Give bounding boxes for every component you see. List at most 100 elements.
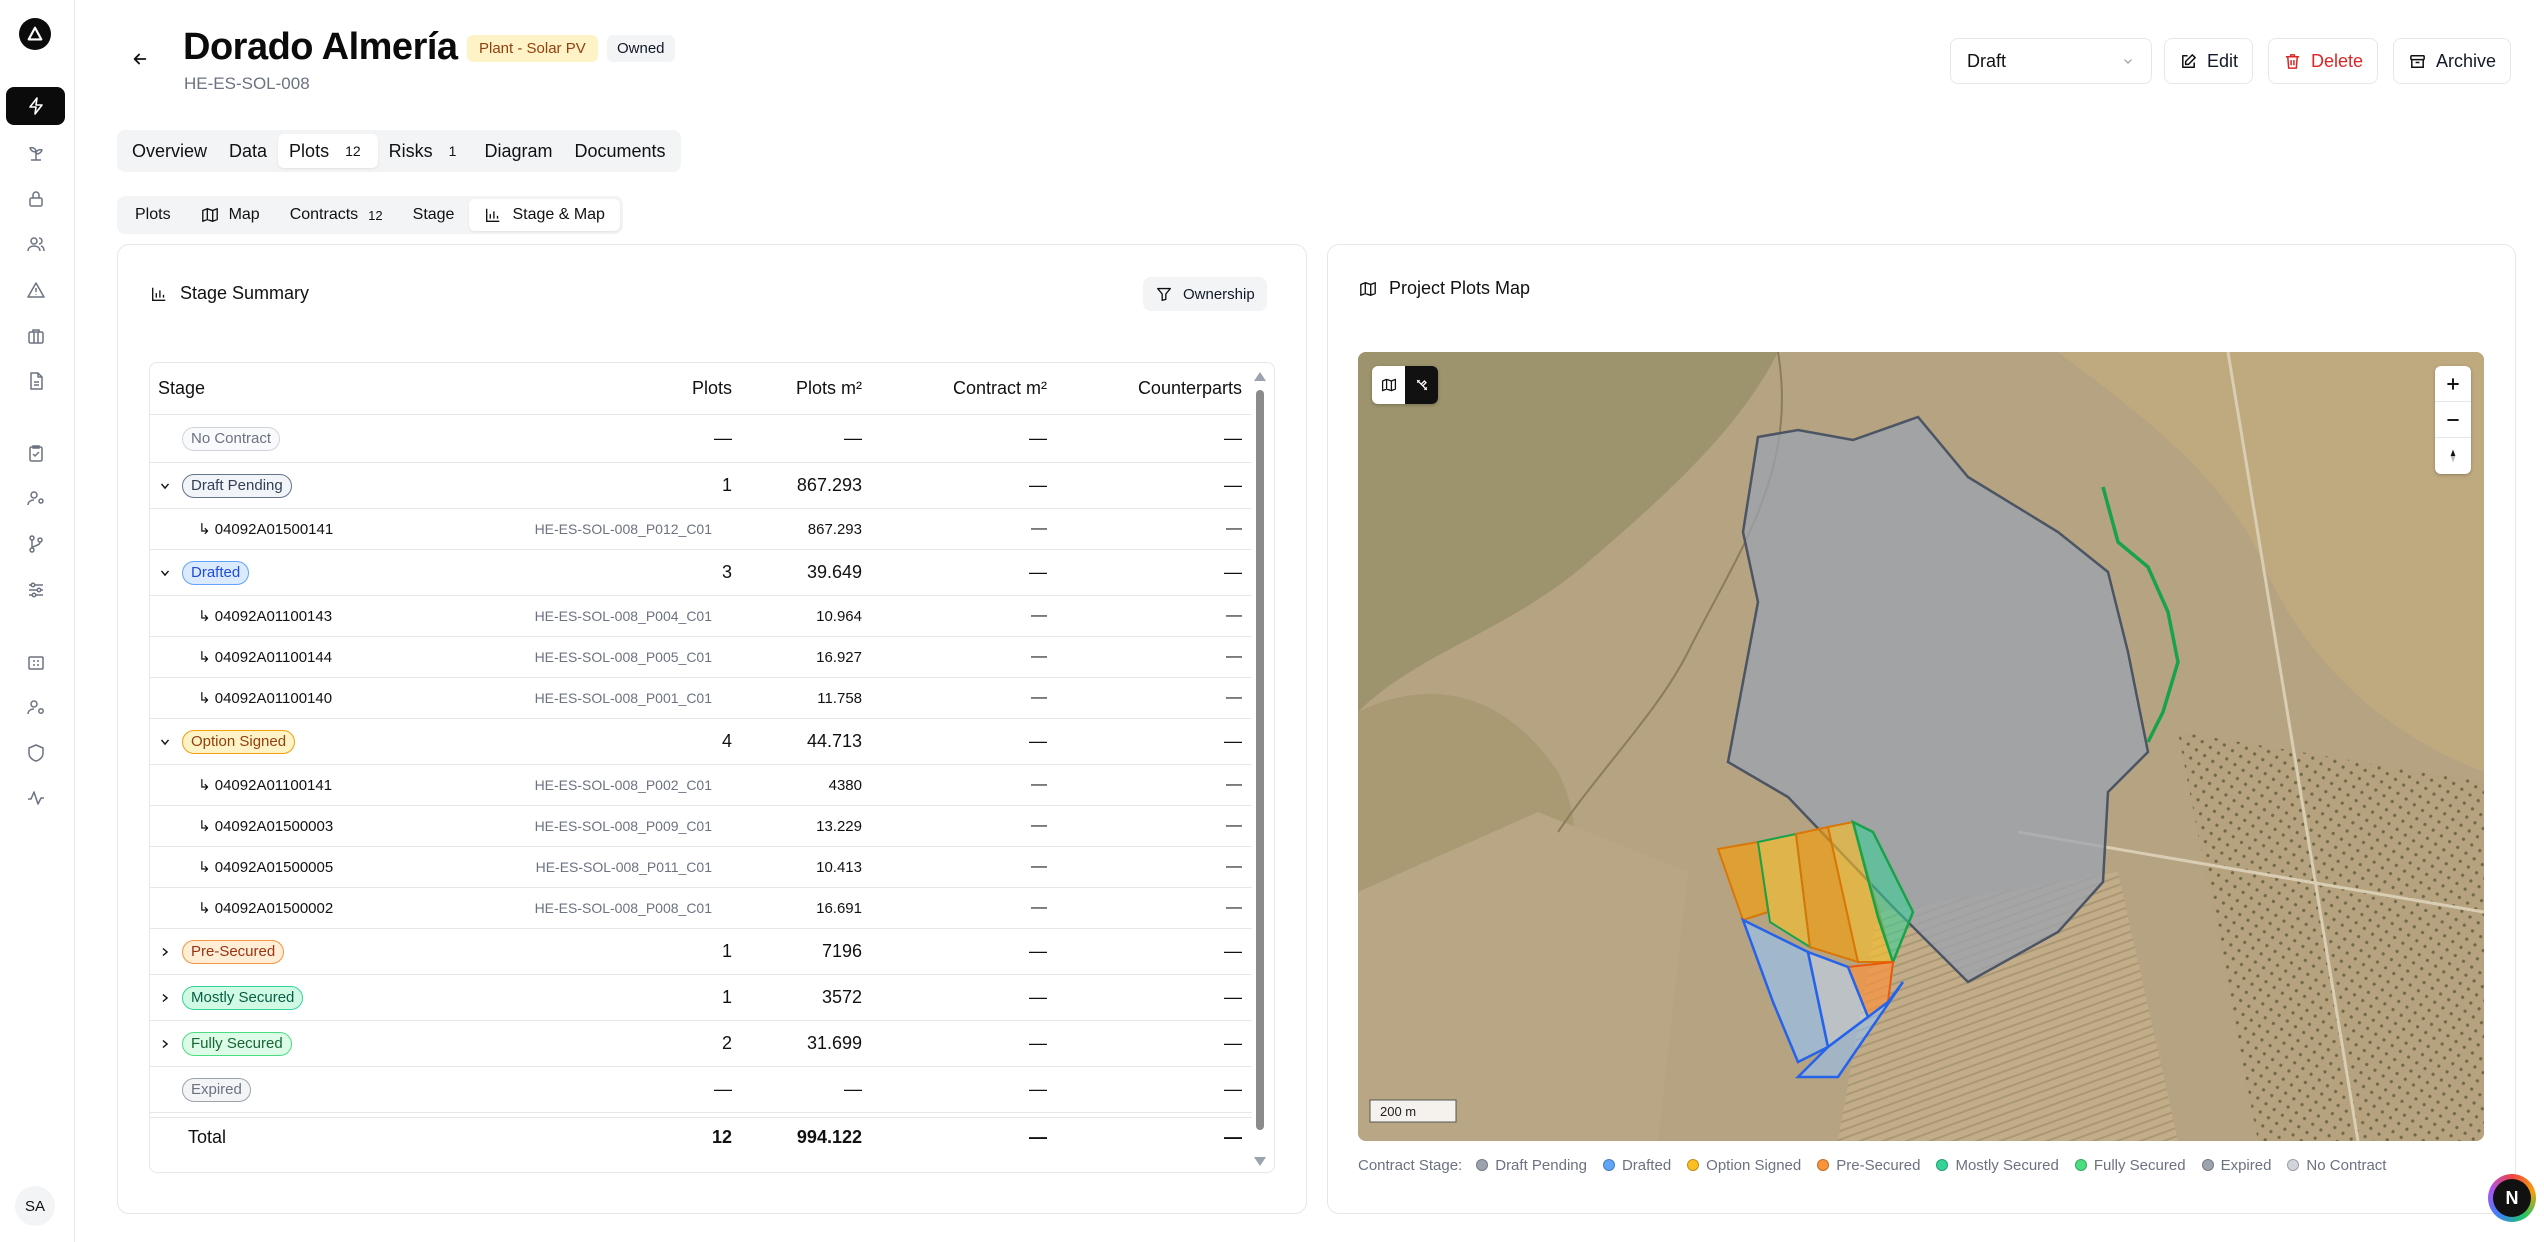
expand-toggle[interactable]: [158, 735, 182, 749]
plot-row[interactable]: ↳ 04092A01100144 HE-ES-SOL-008_P005_C01 16…: [150, 637, 1252, 678]
stage-group-row[interactable]: Drafted 3 39.649 — —: [150, 550, 1252, 596]
tab-data[interactable]: Data: [218, 134, 278, 168]
expand-toggle[interactable]: [158, 479, 182, 493]
column-header-plots[interactable]: Plots: [692, 363, 732, 414]
sidebar-item-security[interactable]: [6, 180, 65, 218]
map-title: Project Plots Map: [1389, 278, 1531, 298]
stage-badge: Draft Pending: [182, 473, 292, 498]
ownership-filter-label: Ownership: [1183, 285, 1255, 303]
map-icon: [201, 208, 218, 222]
sidebar-item-workflows[interactable]: [6, 525, 65, 563]
reset-north-button[interactable]: [2435, 438, 2471, 474]
tab-plots[interactable]: Plots 12: [278, 134, 378, 168]
contract-code-cell: HE-ES-SOL-008_P011_C01: [535, 859, 712, 875]
subtab-map[interactable]: Map: [186, 199, 275, 231]
sidebar-item-plants[interactable]: [6, 134, 65, 172]
delete-button[interactable]: Delete: [2268, 38, 2379, 84]
expand-toggle[interactable]: [158, 945, 182, 959]
contract-code-cell: HE-ES-SOL-008_P004_C01: [534, 608, 712, 624]
subtab-stage-map[interactable]: Stage & Map: [469, 199, 620, 231]
zoom-out-button[interactable]: [2435, 402, 2471, 438]
subtab-plots[interactable]: Plots: [120, 199, 186, 231]
sidebar-item-dashboard[interactable]: [6, 87, 65, 125]
subtab-label: Plots: [135, 206, 171, 223]
counterparts-cell: —: [1224, 562, 1242, 582]
subtab-contracts[interactable]: Contracts 12: [275, 199, 398, 231]
back-button[interactable]: [125, 44, 155, 74]
map-icon: [1381, 378, 1396, 392]
plot-row[interactable]: ↳ 04092A01500002 HE-ES-SOL-008_P008_C01 16…: [150, 888, 1252, 929]
sidebar-item-settings[interactable]: [6, 571, 65, 609]
table-scrollbar[interactable]: [1253, 372, 1267, 1166]
tab-documents[interactable]: Documents: [563, 134, 676, 168]
scroll-up-icon[interactable]: [1254, 372, 1266, 381]
sidebar-item-users[interactable]: [6, 225, 65, 263]
satellite-map[interactable]: 200 m: [1358, 352, 2484, 1141]
tab-diagram[interactable]: Diagram: [473, 134, 563, 168]
tab-risks[interactable]: Risks 1: [378, 134, 474, 168]
scroll-thumb[interactable]: [1256, 390, 1264, 1130]
counterparts-cell: —: [1224, 428, 1242, 448]
stage-group-row[interactable]: No Contract — — — —: [150, 415, 1252, 463]
scroll-down-icon[interactable]: [1254, 1157, 1266, 1166]
plot-row[interactable]: ↳ 04092A01500141 HE-ES-SOL-008_P012_C01 86…: [150, 509, 1252, 550]
archive-button[interactable]: Archive: [2393, 38, 2512, 84]
activity-icon: [27, 791, 44, 805]
sidebar-item-documents[interactable]: [6, 362, 65, 400]
stage-group-row[interactable]: Option Signed 4 44.713 — —: [150, 719, 1252, 765]
plot-row[interactable]: ↳ 04092A01100141 HE-ES-SOL-008_P002_C01 43…: [150, 765, 1252, 806]
zoom-in-button[interactable]: [2435, 366, 2471, 402]
expand-toggle[interactable]: [158, 566, 182, 580]
stage-group-row[interactable]: Mostly Secured 1 3572 — —: [150, 975, 1252, 1021]
tab-overview[interactable]: Overview: [121, 134, 218, 168]
sidebar-item-compliance[interactable]: [6, 734, 65, 772]
archive-icon: [2410, 54, 2425, 68]
stage-group-row[interactable]: Expired — — — —: [150, 1067, 1252, 1113]
avatar[interactable]: SA: [15, 1186, 55, 1226]
ownership-filter-button[interactable]: Ownership: [1143, 277, 1267, 311]
contract-m2-cell: —: [1029, 731, 1047, 751]
plots-count-cell: 2: [721, 1033, 732, 1053]
plot-row[interactable]: ↳ 04092A01500003 HE-ES-SOL-008_P009_C01 13…: [150, 806, 1252, 847]
column-header-counterparts[interactable]: Counterparts: [1138, 363, 1242, 414]
sidebar-item-team[interactable]: [6, 688, 65, 726]
expand-toggle[interactable]: [158, 991, 182, 1005]
legend-item: No Contract: [2287, 1157, 2386, 1174]
satellite-view-button[interactable]: [1405, 366, 1438, 404]
column-header-stage[interactable]: Stage: [158, 363, 205, 414]
sidebar-item-portfolio[interactable]: [6, 317, 65, 355]
map-icon: [1360, 281, 1376, 296]
sidebar-item-tasks[interactable]: [6, 434, 65, 472]
plots-m2-cell: 10.413: [816, 858, 862, 876]
zoom-controls: [2435, 366, 2471, 474]
expand-toggle[interactable]: [158, 1037, 182, 1051]
stage-cell: ↳ 04092A01100144: [158, 637, 332, 677]
edit-button[interactable]: Edit: [2164, 38, 2254, 84]
sidebar-item-risks[interactable]: [6, 271, 65, 309]
stage-cell: ↳ 04092A01500141: [158, 509, 333, 549]
sidebar-item-activity[interactable]: [6, 779, 65, 817]
subtab-stage[interactable]: Stage: [398, 199, 470, 231]
plot-row[interactable]: ↳ 04092A01500005 HE-ES-SOL-008_P011_C01 10…: [150, 847, 1252, 888]
stage-group-row[interactable]: Fully Secured 2 31.699 — —: [150, 1021, 1252, 1067]
plot-row[interactable]: ↳ 04092A01100140 HE-ES-SOL-008_P001_C01 11…: [150, 678, 1252, 719]
logo-icon[interactable]: [19, 18, 51, 50]
legend-swatch: [2201, 1159, 2214, 1171]
project-plots-map[interactable]: 200 m: [1358, 352, 2484, 1141]
delete-label: Delete: [2311, 50, 2364, 71]
plots-m2-cell: 867.293: [796, 475, 862, 495]
column-header-contract-m2[interactable]: Contract m²: [953, 363, 1047, 414]
legend-swatch: [1687, 1159, 1700, 1171]
status-select[interactable]: Draft: [1950, 38, 2152, 84]
map-view-button[interactable]: [1372, 366, 1405, 404]
stage-group-row[interactable]: Pre-Secured 1 7196 — —: [150, 929, 1252, 975]
subtab-label: Stage & Map: [512, 206, 605, 223]
user-settings-icon: [26, 491, 44, 506]
column-header-plots-m2[interactable]: Plots m²: [796, 363, 862, 414]
stage-group-row[interactable]: Draft Pending 1 867.293 — —: [150, 463, 1252, 509]
stage-cell: Mostly Secured: [158, 975, 304, 1020]
plot-row[interactable]: ↳ 04092A01100143 HE-ES-SOL-008_P004_C01 10…: [150, 596, 1252, 637]
sidebar-item-contacts[interactable]: [6, 479, 65, 517]
sidebar-item-organizations[interactable]: [6, 643, 65, 681]
assistant-button[interactable]: N: [2488, 1174, 2536, 1222]
